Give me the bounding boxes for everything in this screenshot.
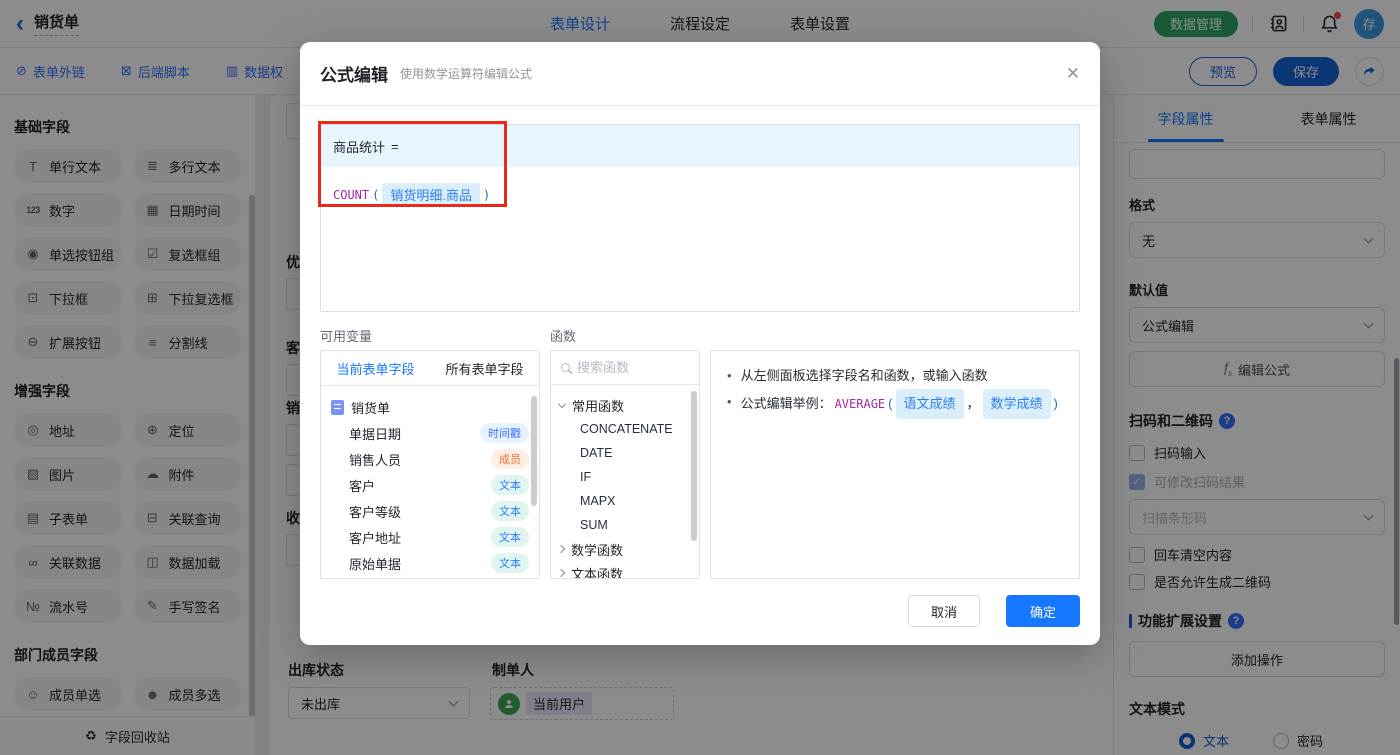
example-field-chip: 语文成绩 [895, 389, 964, 419]
variable-name: 销售人员 [349, 452, 402, 468]
formula-function-name: COUNT [333, 187, 370, 202]
modal-title: 公式编辑 [320, 66, 388, 85]
function-group-math[interactable]: 数学函数 [556, 537, 691, 561]
formula-target-row: 商品统计 = [321, 125, 1079, 167]
help-tip-text: 从左侧面板选择字段名和函数，或输入函数 [740, 368, 988, 383]
type-badge: 时间戳 [480, 423, 529, 443]
type-badge: 文本 [491, 527, 529, 547]
example-prefix: 公式编辑举例： [740, 396, 832, 411]
panel-labels: 可用变量 函数 [320, 326, 1080, 345]
type-badge: 成员 [491, 449, 529, 469]
function-item[interactable]: SUM [559, 513, 691, 537]
example-field-chip: 数学成绩 [982, 389, 1051, 419]
variables-label: 可用变量 [320, 329, 373, 344]
app-root: ‹ 销货单 表单设计 流程设定 表单设置 数据管理 存 ⊘ 表单外链 ⊠ 后端脚… [0, 0, 1400, 755]
functions-panel: 常用函数 CONCATENATE DATE IF MAPX SUM 数学函数 文… [550, 350, 700, 579]
function-search-input[interactable] [577, 360, 677, 375]
tab-current-form-fields[interactable]: 当前表单字段 [321, 351, 430, 385]
variable-row[interactable]: 客户地址 文本 [331, 524, 529, 550]
variable-row[interactable]: 客户等级 文本 [331, 498, 529, 524]
comma: ， [966, 396, 980, 411]
bullet-icon: • [727, 394, 732, 409]
cancel-button[interactable]: 取消 [908, 595, 980, 627]
formula-expression[interactable]: COUNT ( 销货明细.商品 ) [321, 167, 1079, 222]
search-icon [561, 363, 570, 372]
variable-row[interactable]: 销售人员 成员 [331, 446, 529, 472]
help-example: 公式编辑举例： AVERAGE ( 语文成绩 ， 数学成绩 ) [741, 389, 1058, 419]
modal-panels: 当前表单字段 所有表单字段 销货单 单据日期 时间戳 销售人员 成员 客户 文本… [320, 350, 1080, 579]
variables-scrollbar[interactable] [531, 396, 537, 506]
variables-panel: 当前表单字段 所有表单字段 销货单 单据日期 时间戳 销售人员 成员 客户 文本… [320, 350, 540, 579]
functions-scrollbar[interactable] [691, 391, 697, 541]
variable-name: 客户地址 [349, 530, 402, 546]
close-icon[interactable]: ✕ [1066, 64, 1080, 84]
help-tip-1: • 从左侧面板选择字段名和函数，或输入函数 [727, 363, 1063, 389]
function-group-text[interactable]: 文本函数 [556, 561, 691, 579]
variable-tabs: 当前表单字段 所有表单字段 [321, 351, 539, 386]
function-item[interactable]: IF [559, 465, 691, 489]
function-group-label: 常用函数 [572, 398, 625, 414]
help-panel: • 从左侧面板选择字段名和函数，或输入函数 • 公式编辑举例： AVERAGE … [710, 350, 1080, 579]
function-item[interactable]: CONCATENATE [559, 417, 691, 441]
variable-row[interactable]: 原始单据 文本 [331, 550, 529, 576]
example-function: AVERAGE [834, 397, 886, 411]
paren-close: ) [1053, 396, 1058, 411]
formula-editor[interactable]: 商品统计 = COUNT ( 销货明细.商品 ) [320, 124, 1080, 312]
function-item[interactable]: DATE [559, 441, 691, 465]
paren-open: ( [888, 396, 893, 411]
modal-subtitle: 使用数学运算符编辑公式 [400, 67, 533, 81]
chevron-down-icon [557, 399, 567, 408]
formula-target-name: 商品统计 [333, 139, 386, 155]
variable-name: 单据日期 [349, 426, 402, 442]
type-badge: 文本 [491, 475, 529, 495]
type-badge: 文本 [491, 553, 529, 573]
variable-list: 销货单 单据日期 时间戳 销售人员 成员 客户 文本 客户等级 文本 客户地址 … [321, 386, 539, 578]
function-group-label: 数学函数 [571, 542, 624, 558]
function-group-common[interactable]: 常用函数 [557, 393, 691, 417]
variable-root-form[interactable]: 销货单 [331, 394, 529, 420]
help-body: • 从左侧面板选择字段名和函数，或输入函数 • 公式编辑举例： AVERAGE … [711, 351, 1079, 431]
form-doc-icon [331, 399, 344, 415]
variable-name: 客户等级 [349, 504, 402, 520]
help-tip-2: • 公式编辑举例： AVERAGE ( 语文成绩 ， 数学成绩 ) [727, 389, 1063, 419]
tab-all-form-fields[interactable]: 所有表单字段 [430, 351, 539, 385]
variable-name: 原始单据 [349, 556, 402, 572]
function-search-row [551, 351, 699, 385]
variable-row[interactable]: 客户 文本 [331, 472, 529, 498]
chevron-right-icon [556, 568, 566, 578]
paren-close: ) [482, 187, 491, 202]
functions-label: 函数 [550, 329, 577, 344]
paren-open: ( [372, 187, 380, 202]
chevron-right-icon [556, 544, 566, 554]
field-reference-chip[interactable]: 销货明细.商品 [382, 183, 480, 206]
bullet-icon: • [727, 368, 732, 383]
variable-name: 客户 [349, 478, 376, 494]
function-group-label: 文本函数 [571, 566, 624, 579]
modal-header: 公式编辑 使用数学运算符编辑公式 ✕ [300, 42, 1100, 106]
formula-editor-modal: 公式编辑 使用数学运算符编辑公式 ✕ 商品统计 = COUNT ( 销货明细.商… [300, 42, 1100, 645]
equals-sign: = [391, 138, 399, 154]
function-tree: 常用函数 CONCATENATE DATE IF MAPX SUM 数学函数 文… [551, 385, 699, 579]
variable-root-label: 销货单 [351, 400, 391, 416]
modal-footer: 取消 确定 [320, 595, 1080, 627]
confirm-button[interactable]: 确定 [1006, 595, 1080, 627]
type-badge: 文本 [491, 501, 529, 521]
function-item[interactable]: MAPX [559, 489, 691, 513]
variable-row[interactable]: 单据日期 时间戳 [331, 420, 529, 446]
